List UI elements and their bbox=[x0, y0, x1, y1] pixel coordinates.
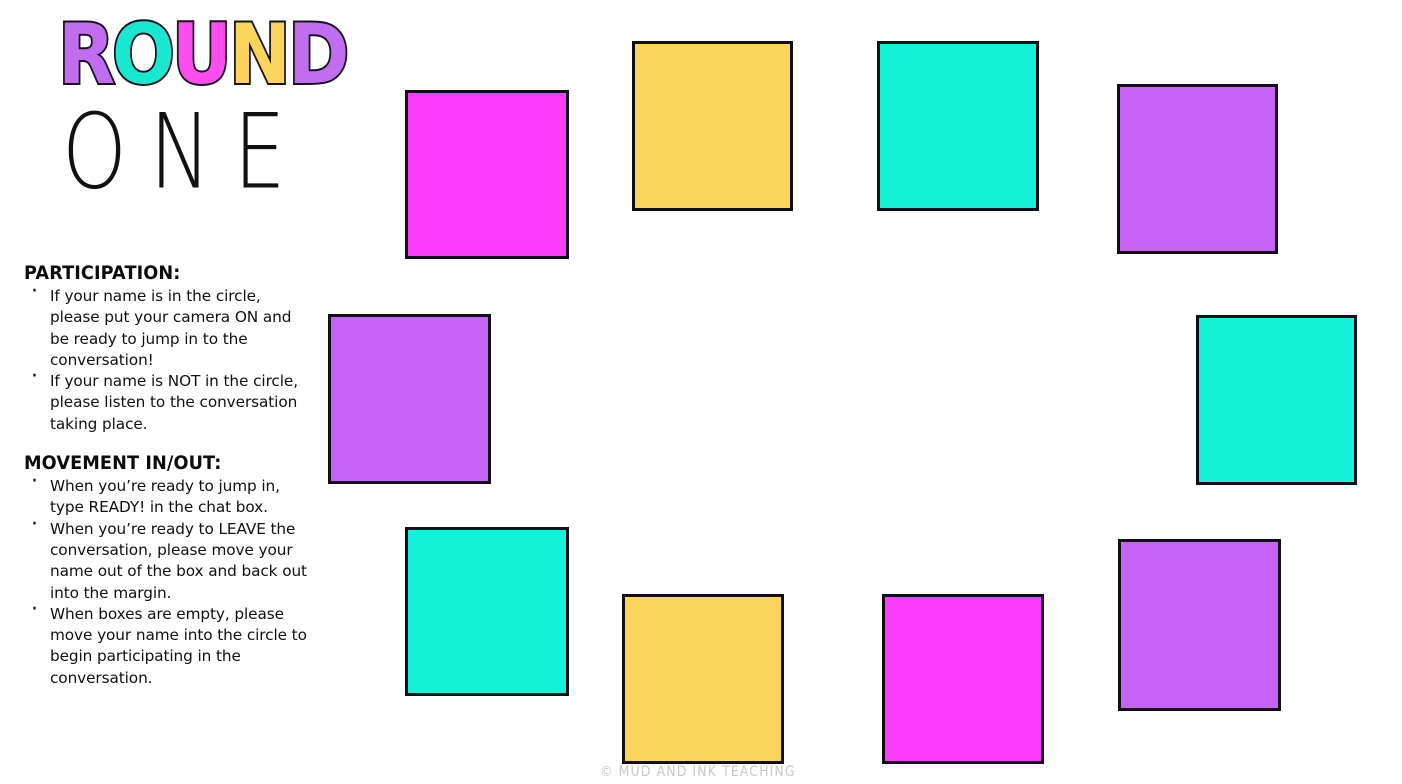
color-square-yellow[interactable] bbox=[622, 594, 784, 764]
list-item: If your name is NOT in the circle, pleas… bbox=[24, 366, 314, 435]
title-letter-o-1: O bbox=[110, 6, 176, 104]
footer-credit: © MUD AND INK TEACHING bbox=[600, 762, 796, 780]
title-letter-n-3: N bbox=[227, 6, 292, 104]
color-square-teal[interactable] bbox=[877, 41, 1039, 211]
section-movement: MOVEMENT IN/OUT: When you’re ready to ju… bbox=[24, 452, 314, 689]
list-item: When boxes are empty, please move your n… bbox=[24, 599, 314, 689]
section-heading-movement: MOVEMENT IN/OUT: bbox=[24, 452, 222, 475]
bullet-list-movement: When you’re ready to jump in, type READY… bbox=[24, 471, 314, 689]
list-item: When you’re ready to jump in, type READY… bbox=[24, 471, 314, 519]
bullet-list-participation: If your name is in the circle, please pu… bbox=[24, 281, 314, 435]
color-square-teal[interactable] bbox=[405, 527, 569, 696]
color-square-purple[interactable] bbox=[1117, 84, 1278, 254]
list-item: When you’re ready to LEAVE the conversat… bbox=[24, 514, 314, 604]
title-one-word: ONE bbox=[62, 91, 308, 213]
color-square-magenta[interactable] bbox=[405, 90, 569, 259]
instructions-column: PARTICIPATION: If your name is in the ci… bbox=[24, 262, 314, 689]
title-round-word: ROUND bbox=[56, 12, 351, 99]
color-square-yellow[interactable] bbox=[632, 41, 793, 211]
title-letter-d-4: D bbox=[286, 6, 351, 104]
slide-canvas: ROUND ONE PARTICIPATION: If your name is… bbox=[0, 0, 1402, 784]
list-item: If your name is in the circle, please pu… bbox=[24, 281, 314, 371]
color-square-teal[interactable] bbox=[1196, 315, 1357, 485]
section-participation: PARTICIPATION: If your name is in the ci… bbox=[24, 262, 314, 435]
section-heading-participation: PARTICIPATION: bbox=[24, 262, 181, 284]
color-square-purple[interactable] bbox=[1118, 539, 1281, 711]
color-square-purple[interactable] bbox=[328, 314, 491, 484]
title-letter-r-0: R bbox=[56, 6, 116, 104]
title-letter-u-2: U bbox=[170, 6, 234, 104]
color-square-magenta[interactable] bbox=[882, 594, 1044, 764]
slide-title-block: ROUND ONE bbox=[52, 8, 351, 223]
